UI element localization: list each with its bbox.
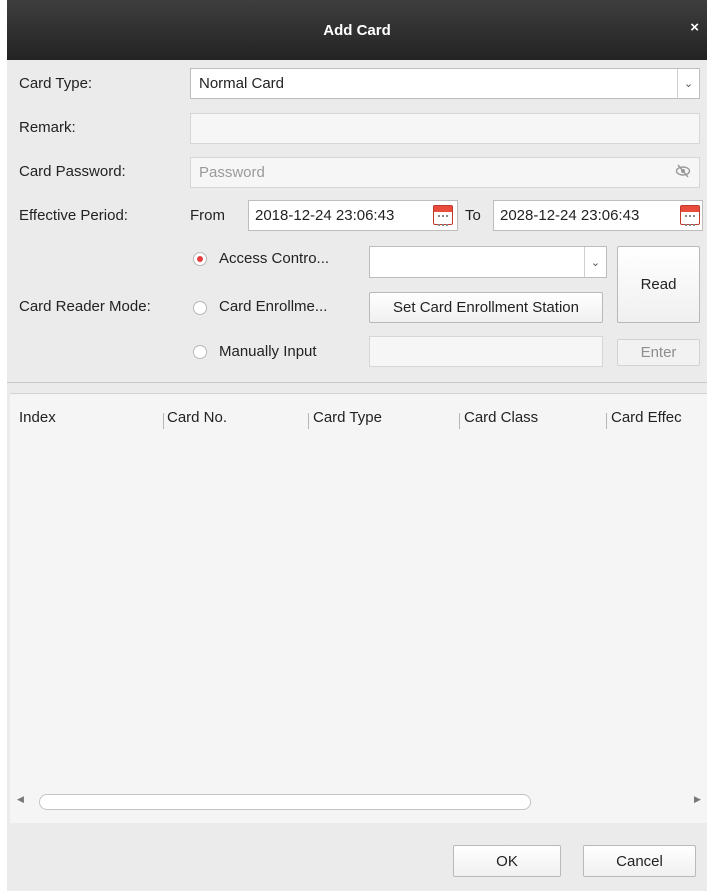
password-placeholder: Password	[199, 164, 265, 181]
horizontal-scrollbar[interactable]: ◀ ▶	[10, 791, 707, 813]
cancel-button[interactable]: Cancel	[583, 845, 696, 877]
dialog-title: Add Card	[323, 21, 391, 39]
to-date-input[interactable]: 2028-12-24 23:06:43	[493, 200, 703, 231]
column-separator	[606, 413, 607, 429]
table-header: Index Card No. Card Type Card Class Card…	[10, 394, 707, 444]
close-icon[interactable]: ×	[690, 18, 699, 38]
card-password-label: Card Password:	[19, 163, 126, 180]
radio-card-enrollment[interactable]	[193, 301, 207, 315]
column-header-card-type[interactable]: Card Type	[313, 409, 382, 426]
column-header-card-class[interactable]: Card Class	[464, 409, 538, 426]
calendar-icon[interactable]	[680, 205, 700, 226]
manual-card-input[interactable]	[369, 336, 603, 367]
access-control-select[interactable]: ⌄	[369, 246, 607, 278]
chevron-down-icon[interactable]: ⌄	[677, 69, 699, 98]
card-type-label: Card Type:	[19, 75, 93, 92]
scroll-left-icon[interactable]: ◀	[17, 794, 24, 805]
card-password-input[interactable]: Password	[190, 157, 700, 188]
chevron-down-icon[interactable]: ⌄	[584, 247, 606, 277]
card-reader-mode-label: Card Reader Mode:	[19, 298, 151, 315]
eye-slash-icon[interactable]	[675, 164, 691, 181]
remark-label: Remark:	[19, 119, 76, 136]
mode-access-control-label: Access Contro...	[219, 250, 330, 267]
calendar-icon[interactable]	[433, 205, 453, 226]
ok-button[interactable]: OK	[453, 845, 561, 877]
mode-card-enrollment-label: Card Enrollme...	[219, 298, 328, 315]
to-label: To	[465, 207, 481, 224]
set-card-enrollment-station-button[interactable]: Set Card Enrollment Station	[369, 292, 603, 323]
column-header-index[interactable]: Index	[19, 409, 56, 426]
column-header-card-effective[interactable]: Card Effec	[611, 409, 682, 426]
card-type-value: Normal Card	[199, 75, 285, 92]
radio-manually-input[interactable]	[193, 345, 207, 359]
enter-button[interactable]: Enter	[617, 339, 700, 366]
add-card-dialog: Card Type: Normal Card ⌄ Remark: Card Pa…	[7, 60, 707, 891]
column-separator	[459, 413, 460, 429]
scrollbar-thumb[interactable]	[39, 794, 531, 810]
card-type-select[interactable]: Normal Card ⌄	[190, 68, 700, 99]
mode-manually-input-label: Manually Input	[219, 343, 317, 360]
divider	[7, 382, 707, 383]
radio-access-control[interactable]	[193, 252, 207, 266]
from-date-input[interactable]: 2018-12-24 23:06:43	[248, 200, 458, 231]
read-button[interactable]: Read	[617, 246, 700, 323]
card-table: Index Card No. Card Type Card Class Card…	[10, 393, 707, 823]
from-date-value: 2018-12-24 23:06:43	[255, 207, 395, 224]
remark-input[interactable]	[190, 113, 700, 144]
title-bar: Add Card ×	[7, 0, 707, 60]
scroll-right-icon[interactable]: ▶	[694, 794, 701, 805]
from-label: From	[190, 207, 225, 224]
column-separator	[308, 413, 309, 429]
effective-period-label: Effective Period:	[19, 207, 128, 224]
to-date-value: 2028-12-24 23:06:43	[500, 207, 640, 224]
window-edge	[0, 0, 7, 891]
column-separator	[163, 413, 164, 429]
column-header-card-no[interactable]: Card No.	[167, 409, 227, 426]
